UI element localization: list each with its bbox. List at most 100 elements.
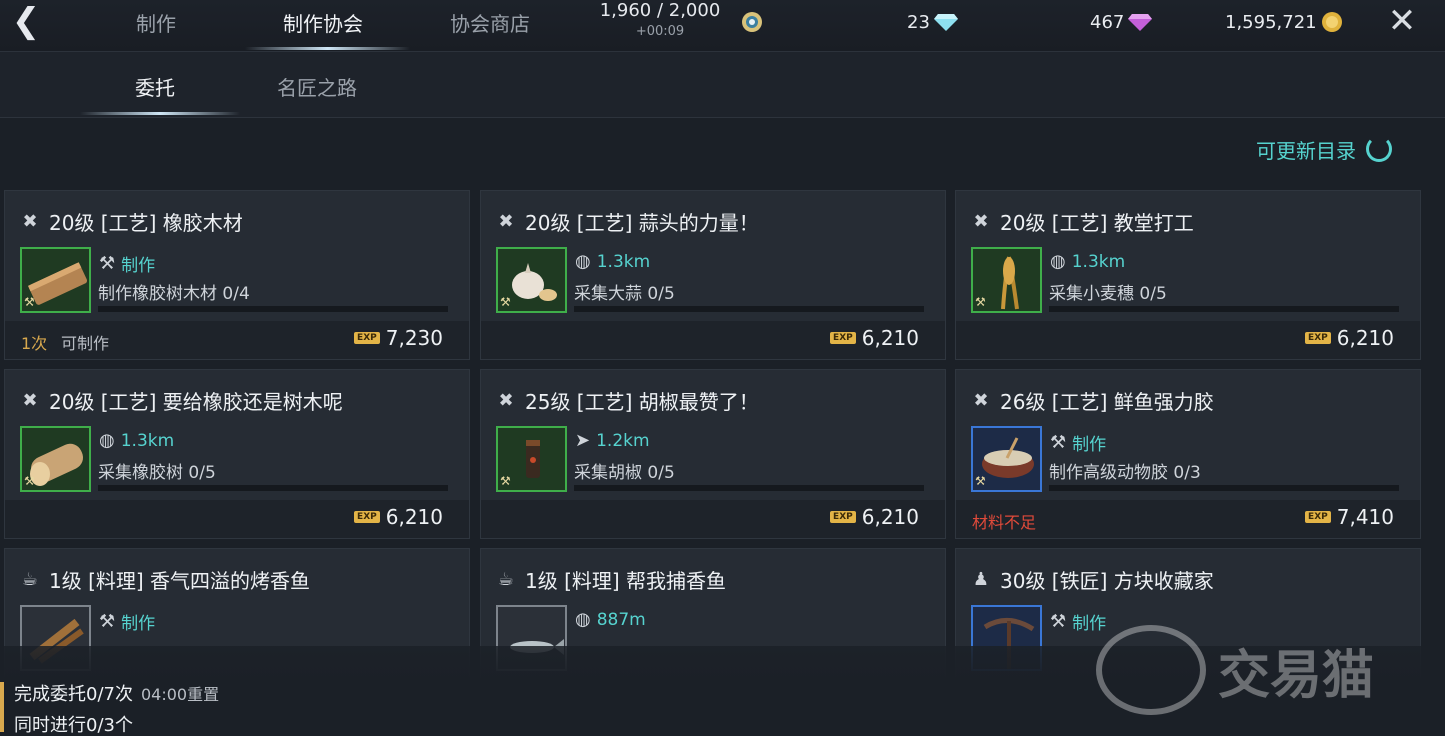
- item-thumbnail[interactable]: ⚒: [496, 426, 567, 492]
- back-arrow-icon[interactable]: ❮: [6, 4, 46, 40]
- tab-craft-guild[interactable]: 制作协会: [268, 8, 378, 38]
- task-description: 采集胡椒 0/5: [574, 463, 675, 483]
- quest-title-text: 30级 [铁匠] 方块收藏家: [1000, 569, 1214, 593]
- task-type-label: 制作: [1072, 435, 1107, 455]
- guild-mark-icon: ⚒: [500, 295, 511, 309]
- crossed-tools-icon: ✖: [498, 390, 514, 411]
- active-tab-indicator: [245, 47, 410, 50]
- item-thumbnail[interactable]: ⚒: [496, 247, 567, 313]
- energy-value: 1,960 / 2,000: [599, 0, 721, 21]
- exp-icon: EXP: [830, 511, 856, 523]
- quest-title-text: 20级 [工艺] 要给橡胶还是树木呢: [49, 390, 343, 414]
- task-type: ◍ 887m: [575, 609, 646, 630]
- task-description: 采集橡胶树 0/5: [98, 463, 216, 483]
- chef-hat-icon: ☕: [21, 569, 39, 590]
- insufficient-materials-warning: 材料不足: [972, 513, 1037, 532]
- task-distance: 1.3km: [596, 251, 651, 272]
- task-description: 制作高级动物胶 0/3: [1049, 463, 1201, 483]
- blue-diamond-counter[interactable]: 23: [907, 10, 958, 34]
- tab-commission[interactable]: 委托: [135, 72, 175, 101]
- craft-status: 可制作: [61, 334, 110, 353]
- quest-title: ♟ 30级 [铁匠] 方块收藏家: [970, 565, 1214, 594]
- hammer-wrench-icon: ⚒: [1050, 432, 1067, 453]
- quest-card[interactable]: ✖ 26级 [工艺] 鲜鱼强力胶 ⚒ ⚒ 制作 制作高级动物胶 0/3 材料不足 E…: [955, 369, 1421, 539]
- exp-icon: EXP: [354, 332, 380, 344]
- refresh-label: 可更新目录: [1256, 138, 1356, 163]
- quest-card[interactable]: ✖ 20级 [工艺] 教堂打工 ⚒ ◍ 1.3km 采集小麦穗 0/5 EXP 6,2…: [955, 190, 1421, 360]
- tab-craft[interactable]: 制作: [120, 8, 192, 38]
- concurrent-commissions: 同时进行0/3个: [14, 715, 133, 736]
- exp-value: 6,210: [861, 326, 919, 350]
- guild-mark-icon: ⚒: [975, 295, 986, 309]
- pink-diamond-value: 467: [1090, 11, 1125, 33]
- item-thumbnail[interactable]: ⚒: [20, 426, 91, 492]
- exp-value: 6,210: [1336, 326, 1394, 350]
- quest-title: ✖ 25级 [工艺] 胡椒最赞了！: [495, 386, 758, 415]
- card-footer: 1次 可制作 EXP 7,230: [5, 321, 469, 359]
- task-distance: 887m: [596, 609, 646, 630]
- guild-mark-icon: ⚒: [24, 295, 35, 309]
- exp-icon: EXP: [354, 511, 380, 523]
- exp-icon: EXP: [1305, 511, 1331, 523]
- quest-card[interactable]: ✖ 20级 [工艺] 蒜头的力量！ ⚒ ◍ 1.3km 采集大蒜 0/5 EXP 6,…: [480, 190, 946, 360]
- tab-master-path[interactable]: 名匠之路: [277, 72, 357, 101]
- quest-title-text: 26级 [工艺] 鲜鱼强力胶: [1000, 390, 1214, 414]
- item-thumbnail[interactable]: ⚒: [971, 426, 1042, 492]
- task-type: ➤ 1.2km: [575, 430, 650, 451]
- task-type: ⚒ 制作: [1050, 430, 1106, 455]
- quest-title: ✖ 20级 [工艺] 蒜头的力量！: [495, 207, 758, 236]
- top-bar: ❮ 制作 制作协会 协会商店 1,960 / 2,000 +00:09 23 4…: [0, 0, 1445, 52]
- close-icon[interactable]: ✕: [1382, 4, 1422, 40]
- quest-card[interactable]: ✖ 25级 [工艺] 胡椒最赞了！ ⚒ ➤ 1.2km 采集胡椒 0/5 EXP 6,…: [480, 369, 946, 539]
- task-type-label: 制作: [121, 614, 156, 634]
- blue-diamond-value: 23: [907, 11, 930, 33]
- refresh-catalog-button[interactable]: 可更新目录: [1256, 134, 1392, 164]
- tab-guild-shop[interactable]: 协会商店: [435, 8, 545, 38]
- quest-card[interactable]: ✖ 20级 [工艺] 要给橡胶还是树木呢 ⚒ ◍ 1.3km 采集橡胶树 0/5 E…: [4, 369, 470, 539]
- chef-hat-icon: ☕: [497, 569, 515, 590]
- item-thumbnail[interactable]: ⚒: [971, 247, 1042, 313]
- task-progress-bar: [1049, 485, 1399, 491]
- completed-commissions: 完成委托0/7次 04:00重置: [14, 680, 219, 706]
- quest-title: ✖ 26级 [工艺] 鲜鱼强力胶: [970, 386, 1214, 415]
- task-progress-bar: [574, 306, 924, 312]
- crossed-tools-icon: ✖: [973, 390, 989, 411]
- quest-card[interactable]: ✖ 20级 [工艺] 橡胶木材 ⚒ ⚒ 制作 制作橡胶树木材 0/4 1次 可制作 …: [4, 190, 470, 360]
- pink-diamond-icon: [1128, 14, 1153, 31]
- crossed-tools-icon: ✖: [22, 211, 38, 232]
- task-progress-bar: [1049, 306, 1399, 312]
- refresh-icon: [1366, 136, 1392, 162]
- globe-icon: ◍: [1050, 251, 1066, 272]
- guild-mark-icon: ⚒: [500, 474, 511, 488]
- gold-value: 1,595,721: [1225, 11, 1317, 33]
- bottom-accent-bar: [0, 682, 4, 732]
- exp-value: 6,210: [861, 505, 919, 529]
- item-thumbnail[interactable]: ⚒: [20, 247, 91, 313]
- task-description: 制作橡胶树木材 0/4: [98, 284, 250, 304]
- pink-diamond-counter[interactable]: 467: [1090, 10, 1153, 34]
- card-footer: EXP 6,210: [956, 321, 1420, 359]
- reset-time: 04:00重置: [140, 685, 220, 704]
- card-footer: EXP 6,210: [5, 500, 469, 538]
- exp-reward: EXP 6,210: [354, 505, 443, 529]
- task-distance: 1.2km: [596, 430, 650, 451]
- exp-value: 7,230: [385, 326, 443, 350]
- energy-counter: 1,960 / 2,000 +00:09: [585, 0, 735, 42]
- blue-diamond-icon: [933, 14, 958, 31]
- active-subtab-indicator: [80, 112, 240, 115]
- quest-title: ✖ 20级 [工艺] 橡胶木材: [19, 207, 242, 236]
- exp-icon: EXP: [830, 332, 856, 344]
- craft-count: 1次: [21, 334, 48, 353]
- watermark: 交易猫: [1096, 620, 1374, 720]
- task-distance: 1.3km: [120, 430, 175, 451]
- gold-counter[interactable]: 1,595,721: [1225, 10, 1343, 34]
- card-footer: EXP 6,210: [481, 321, 945, 359]
- exp-icon: EXP: [1305, 332, 1331, 344]
- quest-title-text: 1级 [料理] 帮我捕香鱼: [525, 569, 727, 593]
- quest-title: ✖ 20级 [工艺] 教堂打工: [970, 207, 1193, 236]
- watermark-cat-logo: [1096, 625, 1206, 715]
- exp-reward: EXP 7,410: [1305, 505, 1394, 529]
- task-distance: 1.3km: [1071, 251, 1126, 272]
- crossed-tools-icon: ✖: [973, 211, 989, 232]
- task-type: ⚒ 制作: [99, 251, 155, 276]
